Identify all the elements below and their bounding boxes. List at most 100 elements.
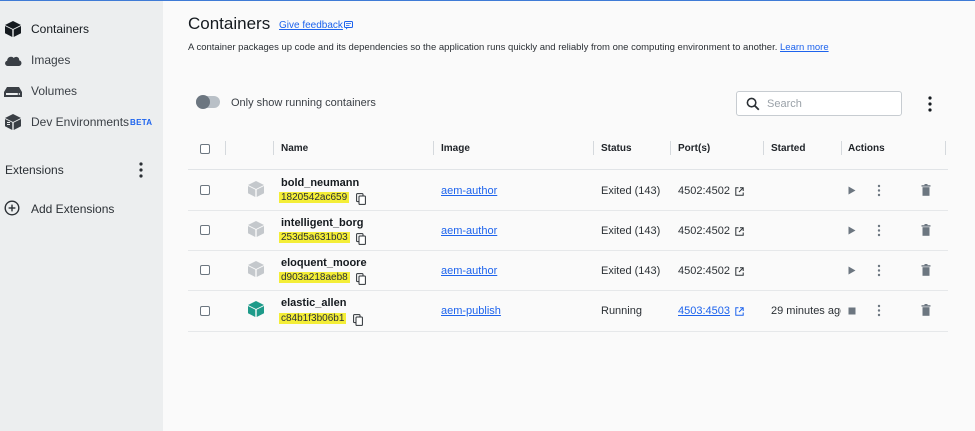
column-separator — [670, 141, 671, 155]
sidebar-item-images[interactable]: Images — [0, 48, 163, 72]
container-name[interactable]: eloquent_moore — [281, 257, 367, 269]
container-id: d903a218aeb8 — [279, 272, 350, 283]
external-link-icon[interactable] — [735, 187, 744, 196]
row-more-icon[interactable] — [876, 304, 882, 317]
select-all-checkbox[interactable] — [200, 144, 210, 154]
column-separator — [273, 141, 274, 155]
toggle-knob — [196, 95, 210, 109]
image-link[interactable]: aem-publish — [441, 305, 501, 317]
image-link[interactable]: aem-author — [441, 265, 497, 277]
row-checkbox[interactable] — [200, 225, 210, 235]
column-separator — [225, 141, 226, 155]
sidebar-item-volumes[interactable]: Volumes — [0, 79, 163, 103]
add-extensions-button[interactable]: Add Extensions — [0, 197, 163, 221]
table-header-divider — [188, 169, 948, 170]
container-id: 1820542ac659 — [279, 192, 350, 203]
external-link-icon[interactable] — [735, 267, 744, 276]
column-separator — [433, 141, 434, 155]
container-stopped-icon — [248, 221, 264, 237]
extensions-more-icon[interactable] — [132, 160, 150, 180]
port-link[interactable]: 4503:4503 — [678, 305, 730, 317]
sidebar-item-containers[interactable]: Containers — [0, 17, 163, 41]
trash-icon[interactable] — [921, 224, 931, 236]
volume-icon — [4, 87, 22, 97]
search-icon — [746, 97, 760, 111]
trash-icon[interactable] — [921, 184, 931, 196]
row-checkbox[interactable] — [200, 265, 210, 275]
copy-icon[interactable] — [356, 233, 366, 245]
dev-environments-icon — [5, 114, 21, 130]
status-text: Exited (143) — [601, 265, 661, 277]
sidebar-item-label: Images — [31, 53, 71, 67]
copy-icon[interactable] — [356, 273, 366, 285]
search-box[interactable] — [736, 91, 902, 116]
container-running-icon — [248, 301, 264, 317]
table-row-divider — [188, 290, 948, 291]
table-row-divider — [188, 250, 948, 251]
plus-circle-icon — [4, 200, 20, 216]
page-title: Containers — [188, 14, 271, 33]
column-separator — [945, 141, 946, 155]
sidebar-item-dev-environments[interactable]: Dev Environments BETA — [0, 110, 163, 134]
column-separator — [763, 141, 764, 155]
column-separator — [841, 141, 842, 155]
cloud-icon — [5, 56, 22, 66]
image-link[interactable]: aem-author — [441, 225, 497, 237]
container-icon — [5, 21, 21, 37]
status-text: Running — [601, 305, 642, 317]
running-only-label: Only show running containers — [231, 97, 376, 109]
sidebar-item-label: Volumes — [31, 84, 78, 98]
row-more-icon[interactable] — [876, 264, 882, 277]
page-description: A container packages up code and its dep… — [188, 42, 829, 53]
column-header-image[interactable]: Image — [441, 143, 470, 154]
main-content: Containers Give feedback A container pac… — [163, 1, 975, 431]
learn-more-link[interactable]: Learn more — [780, 42, 829, 53]
column-header-status[interactable]: Status — [601, 143, 632, 154]
more-options-icon[interactable] — [923, 94, 937, 114]
row-more-icon[interactable] — [876, 184, 882, 197]
column-header-ports[interactable]: Port(s) — [678, 143, 710, 154]
row-more-icon[interactable] — [876, 224, 882, 237]
running-only-toggle[interactable] — [196, 95, 220, 109]
external-link-icon[interactable] — [735, 227, 744, 236]
copy-icon[interactable] — [353, 314, 363, 326]
column-header-started[interactable]: Started — [771, 143, 805, 154]
feedback-icon[interactable] — [344, 21, 353, 30]
row-checkbox[interactable] — [200, 185, 210, 195]
container-name[interactable]: elastic_allen — [281, 297, 346, 309]
container-id: c84b1f3b06b1 — [279, 313, 347, 324]
trash-icon[interactable] — [921, 304, 931, 316]
container-stopped-icon — [248, 261, 264, 277]
image-link[interactable]: aem-author — [441, 185, 497, 197]
external-link-icon[interactable] — [735, 307, 744, 316]
status-text: Exited (143) — [601, 185, 661, 197]
column-header-actions: Actions — [848, 143, 885, 154]
sidebar: Containers Images Volumes Dev Environmen… — [0, 1, 163, 431]
port-mapping: 4502:4502 — [678, 185, 730, 197]
trash-icon[interactable] — [921, 264, 931, 276]
play-icon[interactable] — [848, 266, 856, 275]
column-separator — [593, 141, 594, 155]
status-text: Exited (143) — [601, 225, 661, 237]
column-header-name[interactable]: Name — [281, 143, 308, 154]
container-stopped-icon — [248, 181, 264, 197]
table-row-divider — [188, 210, 948, 211]
copy-icon[interactable] — [356, 193, 366, 205]
sidebar-item-label: Containers — [31, 22, 90, 36]
search-input[interactable] — [767, 95, 895, 112]
container-id: 253d5a631b03 — [279, 232, 350, 243]
row-checkbox[interactable] — [200, 306, 210, 316]
port-mapping: 4502:4502 — [678, 225, 730, 237]
table-row-divider — [188, 331, 948, 332]
give-feedback-link[interactable]: Give feedback — [279, 20, 343, 31]
play-icon[interactable] — [848, 186, 856, 195]
container-name[interactable]: intelligent_borg — [281, 217, 364, 229]
started-text: 29 minutes ago — [771, 305, 841, 317]
extensions-heading: Extensions — [5, 163, 64, 177]
play-icon[interactable] — [848, 226, 856, 235]
sidebar-item-label: Dev Environments — [31, 115, 130, 129]
add-extensions-label: Add Extensions — [31, 202, 115, 216]
stop-icon[interactable] — [848, 307, 856, 315]
container-name[interactable]: bold_neumann — [281, 177, 359, 189]
beta-badge: BETA — [130, 118, 153, 127]
